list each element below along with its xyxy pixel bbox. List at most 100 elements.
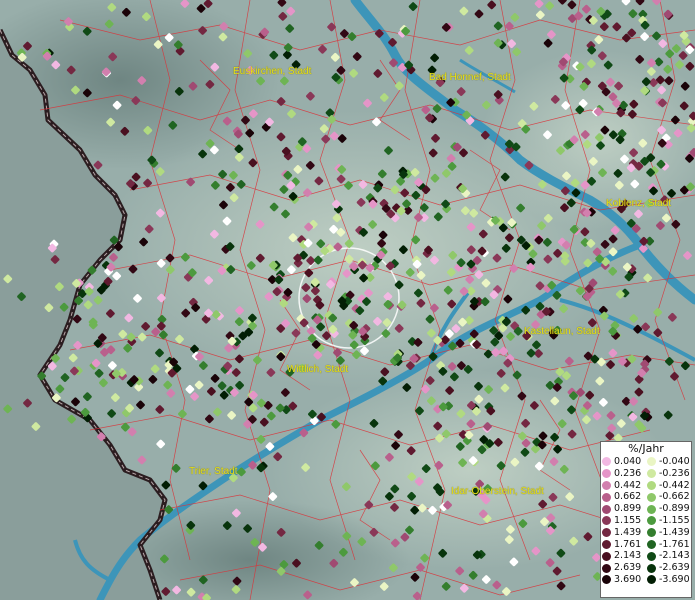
measurement-point[interactable]	[417, 503, 427, 513]
measurement-point[interactable]	[107, 409, 117, 419]
measurement-point[interactable]	[550, 396, 560, 406]
measurement-point[interactable]	[213, 407, 223, 417]
measurement-point[interactable]	[655, 221, 665, 231]
measurement-point[interactable]	[279, 76, 289, 86]
measurement-point[interactable]	[181, 308, 191, 318]
measurement-point[interactable]	[421, 464, 431, 474]
measurement-point[interactable]	[629, 99, 639, 109]
measurement-point[interactable]	[331, 419, 341, 429]
measurement-point[interactable]	[292, 558, 302, 568]
measurement-point[interactable]	[210, 62, 220, 72]
measurement-point[interactable]	[581, 4, 591, 14]
measurement-point[interactable]	[610, 225, 620, 235]
measurement-point[interactable]	[333, 348, 343, 358]
measurement-point[interactable]	[537, 179, 547, 189]
measurement-point[interactable]	[671, 219, 681, 229]
measurement-point[interactable]	[455, 566, 465, 576]
measurement-point[interactable]	[421, 105, 431, 115]
measurement-point[interactable]	[228, 170, 238, 180]
measurement-point[interactable]	[67, 414, 77, 424]
measurement-point[interactable]	[350, 578, 360, 588]
measurement-point[interactable]	[673, 128, 683, 138]
measurement-point[interactable]	[321, 134, 331, 144]
measurement-point[interactable]	[460, 206, 470, 216]
measurement-point[interactable]	[390, 502, 400, 512]
measurement-point[interactable]	[552, 290, 562, 300]
measurement-point[interactable]	[222, 216, 232, 226]
measurement-point[interactable]	[459, 583, 469, 593]
measurement-point[interactable]	[506, 332, 516, 342]
measurement-point[interactable]	[464, 45, 474, 55]
measurement-point[interactable]	[420, 553, 430, 563]
measurement-point[interactable]	[369, 418, 379, 428]
measurement-point[interactable]	[521, 305, 531, 315]
measurement-point[interactable]	[394, 323, 404, 333]
measurement-point[interactable]	[219, 200, 229, 210]
measurement-point[interactable]	[360, 346, 370, 356]
measurement-point[interactable]	[411, 235, 421, 245]
measurement-point[interactable]	[156, 258, 166, 268]
measurement-point[interactable]	[241, 115, 251, 125]
measurement-point[interactable]	[549, 457, 559, 467]
measurement-point[interactable]	[51, 393, 61, 403]
measurement-point[interactable]	[458, 317, 468, 327]
measurement-point[interactable]	[322, 331, 332, 341]
measurement-point[interactable]	[369, 527, 379, 537]
measurement-point[interactable]	[329, 558, 339, 568]
measurement-point[interactable]	[670, 115, 680, 125]
measurement-point[interactable]	[414, 212, 424, 222]
measurement-point[interactable]	[175, 334, 185, 344]
measurement-point[interactable]	[517, 391, 527, 401]
measurement-point[interactable]	[466, 222, 476, 232]
measurement-point[interactable]	[204, 275, 214, 285]
measurement-point[interactable]	[143, 125, 153, 135]
measurement-point[interactable]	[512, 47, 522, 57]
measurement-point[interactable]	[509, 264, 519, 274]
measurement-point[interactable]	[556, 581, 566, 591]
measurement-point[interactable]	[344, 181, 354, 191]
measurement-point[interactable]	[646, 67, 656, 77]
measurement-point[interactable]	[499, 346, 509, 356]
measurement-point[interactable]	[614, 81, 624, 91]
measurement-point[interactable]	[121, 7, 131, 17]
measurement-point[interactable]	[137, 76, 147, 86]
measurement-point[interactable]	[634, 209, 644, 219]
measurement-point[interactable]	[597, 51, 607, 61]
measurement-point[interactable]	[474, 9, 484, 19]
measurement-point[interactable]	[180, 252, 190, 262]
measurement-point[interactable]	[390, 484, 400, 494]
measurement-point[interactable]	[653, 328, 663, 338]
measurement-point[interactable]	[278, 11, 288, 21]
measurement-point[interactable]	[256, 76, 266, 86]
measurement-point[interactable]	[526, 348, 536, 358]
measurement-point[interactable]	[101, 67, 111, 77]
measurement-point[interactable]	[570, 178, 580, 188]
measurement-point[interactable]	[333, 242, 343, 252]
measurement-point[interactable]	[679, 101, 689, 111]
measurement-point[interactable]	[441, 168, 451, 178]
measurement-point[interactable]	[391, 441, 401, 451]
measurement-point[interactable]	[545, 1, 555, 11]
measurement-point[interactable]	[232, 576, 242, 586]
measurement-point[interactable]	[567, 429, 577, 439]
measurement-point[interactable]	[537, 221, 547, 231]
measurement-point[interactable]	[82, 392, 92, 402]
measurement-point[interactable]	[44, 303, 54, 313]
measurement-point[interactable]	[229, 193, 239, 203]
measurement-point[interactable]	[557, 0, 567, 5]
measurement-point[interactable]	[164, 33, 174, 43]
measurement-point[interactable]	[419, 203, 429, 213]
measurement-point[interactable]	[342, 269, 352, 279]
measurement-point[interactable]	[155, 405, 165, 415]
measurement-point[interactable]	[492, 580, 502, 590]
measurement-point[interactable]	[234, 152, 244, 162]
measurement-point[interactable]	[426, 396, 436, 406]
measurement-point[interactable]	[370, 461, 380, 471]
measurement-point[interactable]	[612, 22, 622, 32]
measurement-point[interactable]	[501, 243, 511, 253]
measurement-point[interactable]	[352, 52, 362, 62]
measurement-point[interactable]	[683, 251, 693, 261]
measurement-point[interactable]	[446, 153, 456, 163]
measurement-point[interactable]	[3, 274, 13, 284]
measurement-point[interactable]	[185, 384, 195, 394]
